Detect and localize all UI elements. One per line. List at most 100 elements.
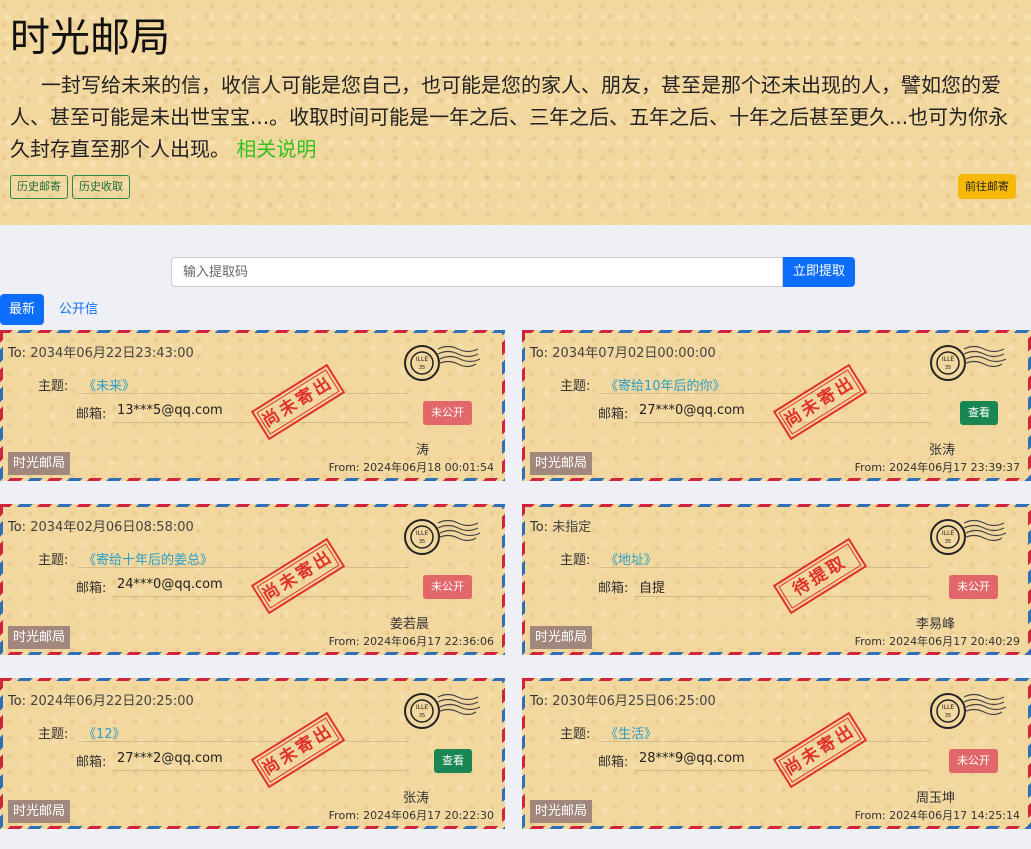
postmark-icon: ILLE 35 bbox=[404, 519, 481, 555]
postmark: ILLE 35 bbox=[930, 341, 1008, 385]
status-stamp: 尚未寄出 bbox=[250, 537, 346, 615]
letter-status-button[interactable]: 未公开 bbox=[949, 575, 998, 599]
postmark: ILLE 35 bbox=[930, 689, 1008, 733]
email-label: 邮箱: bbox=[76, 581, 107, 596]
letter-recipient: To: 2034年07月02日00:00:00 bbox=[530, 342, 716, 361]
svg-text:ILLE: ILLE bbox=[416, 530, 428, 537]
subject-label: 主题: bbox=[38, 379, 69, 394]
letter-status-button[interactable]: 查看 bbox=[960, 401, 998, 425]
description-text: 一封写给未来的信，收信人可能是您自己，也可能是您的家人、朋友，甚至是那个还未出现… bbox=[10, 73, 1009, 161]
delivery-time: 2034年06月22日23:43:00 bbox=[30, 346, 194, 361]
page-description: 一封写给未来的信，收信人可能是您自己，也可能是您的家人、朋友，甚至是那个还未出现… bbox=[10, 69, 1020, 165]
postmark: ILLE 35 bbox=[404, 515, 482, 559]
subject-label: 主题: bbox=[560, 727, 591, 742]
status-stamp: 待提取 bbox=[772, 537, 868, 615]
status-stamp: 尚未寄出 bbox=[250, 363, 346, 441]
postmark-icon: ILLE 35 bbox=[930, 519, 1007, 555]
letter-card[interactable]: To: 2034年02月06日08:58:00 主题: 《寄给十年后的姜总》 邮… bbox=[0, 504, 505, 655]
letter-recipient: To: 未指定 bbox=[530, 516, 591, 535]
letter-subject[interactable]: 《生活》 bbox=[605, 723, 657, 742]
delivery-time: 2034年02月06日08:58:00 bbox=[30, 520, 194, 535]
subject-label: 主题: bbox=[38, 727, 69, 742]
letter-recipient: To: 2030年06月25日06:25:00 bbox=[530, 690, 716, 709]
tab-public-letters[interactable]: 公开信 bbox=[50, 294, 107, 325]
letter-subject[interactable]: 《寄给十年后的姜总》 bbox=[83, 549, 213, 568]
letter-email: 27***0@qq.com bbox=[639, 403, 745, 418]
email-label: 邮箱: bbox=[598, 581, 629, 596]
to-label: To: bbox=[530, 520, 549, 535]
to-label: To: bbox=[8, 346, 27, 361]
sent-time: From: 2024年06月17 22:36:06 bbox=[328, 635, 494, 648]
letter-sender: 姜若晨 bbox=[389, 617, 429, 632]
letter-card[interactable]: To: 2034年06月22日23:43:00 主题: 《未来》 邮箱: 13*… bbox=[0, 330, 505, 481]
svg-text:ILLE: ILLE bbox=[416, 704, 428, 711]
tab-latest[interactable]: 最新 bbox=[0, 294, 45, 325]
sent-time: From: 2024年06月17 23:39:37 bbox=[854, 461, 1020, 474]
svg-text:35: 35 bbox=[945, 365, 951, 371]
email-label: 邮箱: bbox=[76, 407, 107, 422]
brand-label: 时光邮局 bbox=[8, 800, 71, 823]
postmark-icon: ILLE 35 bbox=[930, 345, 1007, 381]
status-stamp: 尚未寄出 bbox=[772, 711, 868, 789]
svg-text:35: 35 bbox=[945, 539, 951, 545]
letter-body: To: 未指定 主题: 《地址》 邮箱: 自提 ILLE 35 待提取 未公开 … bbox=[525, 507, 1028, 652]
postmark-icon: ILLE 35 bbox=[404, 693, 481, 729]
sent-time: From: 2024年06月17 20:40:29 bbox=[854, 635, 1020, 648]
letter-sender: 李易峰 bbox=[915, 617, 955, 632]
brand-label: 时光邮局 bbox=[8, 452, 71, 475]
status-stamp: 尚未寄出 bbox=[772, 363, 868, 441]
delivery-time: 2024年06月22日20:25:00 bbox=[30, 694, 194, 709]
letter-status-button[interactable]: 未公开 bbox=[423, 401, 472, 425]
letter-body: To: 2024年06月22日20:25:00 主题: 《12》 邮箱: 27*… bbox=[3, 681, 502, 826]
delivery-time: 2030年06月25日06:25:00 bbox=[552, 694, 716, 709]
letter-recipient: To: 2034年06月22日23:43:00 bbox=[8, 342, 194, 361]
letter-status-button[interactable]: 未公开 bbox=[949, 749, 998, 773]
svg-text:ILLE: ILLE bbox=[942, 356, 954, 363]
letter-card[interactable]: To: 2034年07月02日00:00:00 主题: 《寄给10年后的你》 邮… bbox=[522, 330, 1031, 481]
email-label: 邮箱: bbox=[598, 755, 629, 770]
to-label: To: bbox=[8, 520, 27, 535]
go-send-button[interactable]: 前往邮寄 bbox=[958, 174, 1016, 199]
svg-text:ILLE: ILLE bbox=[942, 704, 954, 711]
postmark-icon: ILLE 35 bbox=[404, 345, 481, 381]
svg-text:35: 35 bbox=[419, 539, 425, 545]
status-stamp: 尚未寄出 bbox=[250, 711, 346, 789]
email-label: 邮箱: bbox=[598, 407, 629, 422]
postmark: ILLE 35 bbox=[404, 341, 482, 385]
sent-time: From: 2024年06月18 00:01:54 bbox=[328, 461, 494, 474]
subject-label: 主题: bbox=[38, 553, 69, 568]
letter-card[interactable]: To: 未指定 主题: 《地址》 邮箱: 自提 ILLE 35 待提取 未公开 … bbox=[522, 504, 1031, 655]
letter-status-button[interactable]: 未公开 bbox=[423, 575, 472, 599]
postmark: ILLE 35 bbox=[404, 689, 482, 733]
history-receive-button[interactable]: 历史收取 bbox=[72, 175, 130, 199]
extract-button[interactable]: 立即提取 bbox=[783, 257, 855, 287]
letter-body: To: 2034年07月02日00:00:00 主题: 《寄给10年后的你》 邮… bbox=[525, 333, 1028, 478]
svg-text:35: 35 bbox=[419, 365, 425, 371]
letter-card[interactable]: To: 2030年06月25日06:25:00 主题: 《生活》 邮箱: 28*… bbox=[522, 678, 1031, 829]
sent-time: From: 2024年06月17 20:22:30 bbox=[328, 809, 494, 822]
letter-email: 24***0@qq.com bbox=[117, 577, 223, 592]
letter-email: 28***9@qq.com bbox=[639, 751, 745, 766]
letter-subject[interactable]: 《寄给10年后的你》 bbox=[605, 375, 726, 394]
to-label: To: bbox=[530, 694, 549, 709]
letter-card[interactable]: To: 2024年06月22日20:25:00 主题: 《12》 邮箱: 27*… bbox=[0, 678, 505, 829]
delivery-time: 2034年07月02日00:00:00 bbox=[552, 346, 716, 361]
letter-subject[interactable]: 《未来》 bbox=[83, 375, 135, 394]
help-link[interactable]: 相关说明 bbox=[236, 137, 316, 161]
history-send-button[interactable]: 历史邮寄 bbox=[10, 175, 68, 199]
subject-label: 主题: bbox=[560, 379, 591, 394]
postmark: ILLE 35 bbox=[930, 515, 1008, 559]
letter-status-button[interactable]: 查看 bbox=[434, 749, 472, 773]
svg-text:35: 35 bbox=[419, 713, 425, 719]
letter-subject[interactable]: 《12》 bbox=[83, 723, 126, 742]
extract-code-input[interactable] bbox=[171, 257, 783, 287]
header-banner: 时光邮局 一封写给未来的信，收信人可能是您自己，也可能是您的家人、朋友，甚至是那… bbox=[0, 0, 1031, 225]
letter-email: 27***2@qq.com bbox=[117, 751, 223, 766]
letter-recipient: To: 2024年06月22日20:25:00 bbox=[8, 690, 194, 709]
letter-subject[interactable]: 《地址》 bbox=[605, 549, 657, 568]
brand-label: 时光邮局 bbox=[530, 626, 593, 649]
letter-email: 13***5@qq.com bbox=[117, 403, 223, 418]
svg-text:ILLE: ILLE bbox=[942, 530, 954, 537]
brand-label: 时光邮局 bbox=[530, 800, 593, 823]
to-label: To: bbox=[8, 694, 27, 709]
